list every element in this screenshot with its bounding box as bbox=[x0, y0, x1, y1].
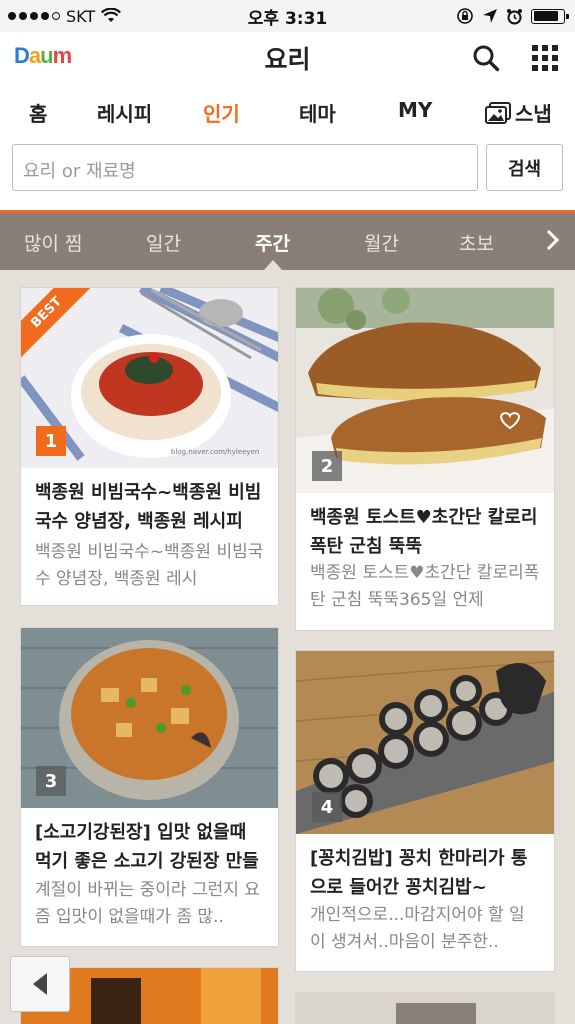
recipe-card-3[interactable]: 3 [소고기강된장] 입맛 없을때 먹기 좋은 소고기 강된장 만들 계절이 바… bbox=[20, 627, 279, 947]
recipe-image-6 bbox=[296, 993, 554, 1024]
main-nav: 홈 레시피 인기 테마 MY 스냅 bbox=[0, 84, 575, 140]
search-icon[interactable] bbox=[468, 40, 504, 76]
recipe-description: 계절이 바뀌는 중이라 그런지 요즘 입맛이 없을때가 좀 많.. bbox=[35, 880, 260, 927]
rank-badge: 2 bbox=[312, 451, 342, 481]
status-right bbox=[456, 0, 569, 32]
recipe-title[interactable]: 백종원 토스트♥초간단 칼로리폭탄 군침 뚝뚝 bbox=[310, 503, 540, 561]
rank-badge: 4 bbox=[312, 792, 342, 822]
chevron-right-icon[interactable] bbox=[545, 227, 561, 253]
photo-icon bbox=[485, 101, 511, 124]
tab-recipe[interactable]: 레시피 bbox=[97, 98, 152, 127]
period-tabs: 많이 찜 일간 주간 월간 초보 bbox=[0, 213, 575, 270]
recipe-description: 개인적으로...마감지어야 할 일이 생겨서..마음이 분주한.. bbox=[310, 905, 525, 952]
search-button[interactable]: 검색 bbox=[486, 144, 563, 191]
rank-badge: 3 bbox=[36, 766, 66, 796]
tab-weekly[interactable]: 주간 bbox=[255, 229, 290, 256]
app-header: Daum 요리 bbox=[0, 32, 575, 84]
recipe-card-4[interactable]: 4 [꽁치김밥] 꽁치 한마리가 통으로 들어간 꽁치김밥~ 개인적으로...마… bbox=[295, 650, 555, 972]
tab-my[interactable]: MY bbox=[398, 98, 432, 122]
tab-snap[interactable]: 스냅 bbox=[485, 98, 552, 127]
active-tab-indicator bbox=[264, 260, 282, 270]
tab-theme[interactable]: 테마 bbox=[299, 98, 336, 127]
alarm-icon bbox=[507, 8, 522, 24]
search-input[interactable]: 요리 or 재료명 bbox=[12, 144, 478, 191]
tab-daily[interactable]: 일간 bbox=[146, 229, 181, 256]
recipe-card-2[interactable]: 2 백종원 토스트♥초간단 칼로리폭탄 군침 뚝뚝 백종원 토스트♥초간단 칼로… bbox=[295, 287, 555, 631]
recipe-card-1[interactable]: blog.naver.com/hyleeyen BEST 1 백종원 비빔국수~… bbox=[20, 287, 279, 606]
tab-home[interactable]: 홈 bbox=[29, 98, 47, 127]
tab-beginner[interactable]: 초보 bbox=[459, 229, 494, 256]
rank-badge: 1 bbox=[36, 426, 66, 456]
location-arrow-icon bbox=[483, 9, 497, 23]
tab-popular[interactable]: 인기 bbox=[203, 98, 240, 127]
status-bar: SKT 오후 3:31 bbox=[0, 0, 575, 32]
battery-icon bbox=[531, 8, 569, 24]
recipe-description: 백종원 토스트♥초간단 칼로리폭탄 군침 뚝뚝365일 언제 bbox=[310, 563, 540, 610]
rotation-lock-icon bbox=[457, 8, 473, 24]
recipe-title[interactable]: 백종원 비빔국수~백종원 비빔국수 양념장, 백종원 레시피 bbox=[35, 478, 264, 536]
svg-text:blog.naver.com/hyleeyen: blog.naver.com/hyleeyen bbox=[171, 448, 259, 456]
recipe-description: 백종원 비빔국수~백종원 비빔국수 양념장, 백종원 레시 bbox=[35, 542, 264, 589]
back-button[interactable] bbox=[10, 956, 70, 1012]
tab-most-saved[interactable]: 많이 찜 bbox=[24, 229, 82, 256]
recipe-title[interactable]: [꽁치김밥] 꽁치 한마리가 통으로 들어간 꽁치김밥~ bbox=[310, 844, 540, 902]
back-arrow-icon bbox=[33, 973, 47, 995]
tab-snap-label: 스냅 bbox=[515, 102, 552, 126]
tab-monthly[interactable]: 월간 bbox=[364, 229, 399, 256]
recipe-card-6[interactable] bbox=[295, 992, 555, 1024]
recipe-title[interactable]: [소고기강된장] 입맛 없을때 먹기 좋은 소고기 강된장 만들 bbox=[35, 818, 264, 876]
grid-menu-icon[interactable] bbox=[527, 40, 563, 76]
search-bar: 요리 or 재료명 검색 bbox=[0, 140, 575, 210]
